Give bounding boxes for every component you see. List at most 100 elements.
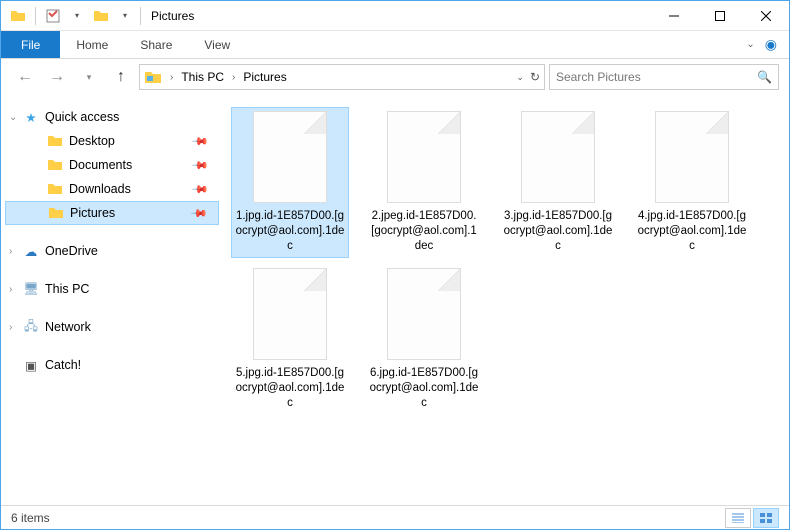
tree-quick-access[interactable]: ⌄ ★ Quick access bbox=[5, 105, 219, 129]
file-thumbnail-icon bbox=[655, 111, 729, 203]
file-item[interactable]: 3.jpg.id-1E857D00.[gocrypt@aol.com].1dec bbox=[499, 107, 617, 258]
expand-ribbon-icon[interactable]: ⌄ bbox=[746, 39, 754, 50]
up-button[interactable]: ↑ bbox=[107, 63, 135, 91]
file-thumbnail-icon bbox=[253, 111, 327, 203]
expand-icon[interactable]: ⌄ bbox=[9, 112, 17, 123]
qat-dropdown-icon[interactable]: ▾ bbox=[114, 5, 136, 27]
chevron-right-icon[interactable]: › bbox=[166, 72, 177, 83]
search-input[interactable]: Search Pictures 🔍 bbox=[549, 64, 779, 90]
sidebar-item-documents[interactable]: Documents 📌 bbox=[5, 153, 219, 177]
crumb-pictures[interactable]: Pictures bbox=[241, 70, 288, 84]
tree-label: Catch! bbox=[45, 358, 81, 372]
ribbon: File Home Share View ⌄ ◉ bbox=[1, 31, 789, 59]
window-controls bbox=[651, 1, 789, 31]
file-thumbnail-icon bbox=[253, 268, 327, 360]
monitor-icon: 🖥 bbox=[23, 281, 39, 297]
tree-label: Desktop bbox=[69, 134, 115, 148]
icons-view-button[interactable] bbox=[753, 508, 779, 528]
search-icon: 🔍 bbox=[757, 70, 772, 84]
back-button[interactable]: ← bbox=[11, 63, 39, 91]
file-item[interactable]: 5.jpg.id-1E857D00.[gocrypt@aol.com].1dec bbox=[231, 264, 349, 415]
file-name: 2.jpeg.id-1E857D00.[gocrypt@aol.com].1de… bbox=[369, 209, 479, 254]
body: ⌄ ★ Quick access Desktop📌Documents📌Downl… bbox=[1, 95, 789, 505]
file-thumbnail-icon bbox=[387, 268, 461, 360]
properties-icon[interactable] bbox=[42, 5, 64, 27]
separator bbox=[35, 7, 36, 25]
recent-dropdown[interactable]: ▾ bbox=[75, 63, 103, 91]
pictures-icon bbox=[144, 68, 162, 86]
pin-icon: 📌 bbox=[191, 156, 210, 175]
tree-label: Pictures bbox=[70, 206, 115, 220]
search-placeholder: Search Pictures bbox=[556, 70, 641, 84]
pin-icon: 📌 bbox=[191, 180, 210, 199]
minimize-button[interactable] bbox=[651, 1, 697, 31]
crumb-thispc[interactable]: This PC bbox=[179, 70, 226, 84]
tab-view[interactable]: View bbox=[188, 31, 246, 58]
file-name: 5.jpg.id-1E857D00.[gocrypt@aol.com].1dec bbox=[235, 366, 345, 411]
breadcrumb[interactable]: › This PC › Pictures ⌄ ↻ bbox=[139, 64, 545, 90]
statusbar: 6 items bbox=[1, 505, 789, 529]
network-icon: 🖧 bbox=[23, 319, 39, 335]
sidebar-item-pictures[interactable]: Pictures 📌 bbox=[5, 201, 219, 225]
tree-label: Documents bbox=[69, 158, 132, 172]
folder-icon bbox=[47, 133, 63, 149]
tree-label: Downloads bbox=[69, 182, 131, 196]
dropdown-icon[interactable]: ▾ bbox=[66, 5, 88, 27]
tree-label: OneDrive bbox=[45, 244, 98, 258]
pin-icon: 📌 bbox=[191, 132, 210, 151]
onedrive-icon: ☁ bbox=[23, 243, 39, 259]
tree-network[interactable]: › 🖧 Network bbox=[5, 315, 219, 339]
pin-icon: 📌 bbox=[190, 204, 209, 223]
file-thumbnail-icon bbox=[521, 111, 595, 203]
file-item[interactable]: 4.jpg.id-1E857D00.[gocrypt@aol.com].1dec bbox=[633, 107, 751, 258]
expand-icon[interactable]: › bbox=[9, 322, 12, 333]
address-row: ← → ▾ ↑ › This PC › Pictures ⌄ ↻ Search … bbox=[1, 59, 789, 95]
maximize-button[interactable] bbox=[697, 1, 743, 31]
view-toggles bbox=[725, 508, 779, 528]
sidebar: ⌄ ★ Quick access Desktop📌Documents📌Downl… bbox=[1, 95, 223, 505]
star-icon: ★ bbox=[23, 109, 39, 125]
folder-icon bbox=[47, 181, 63, 197]
tree-onedrive[interactable]: › ☁ OneDrive bbox=[5, 239, 219, 263]
file-name: 3.jpg.id-1E857D00.[gocrypt@aol.com].1dec bbox=[503, 209, 613, 254]
window-title: Pictures bbox=[151, 9, 194, 23]
ribbon-right: ⌄ ◉ bbox=[746, 31, 789, 58]
close-button[interactable] bbox=[743, 1, 789, 31]
details-view-button[interactable] bbox=[725, 508, 751, 528]
tree-label: This PC bbox=[45, 282, 89, 296]
help-icon[interactable]: ◉ bbox=[765, 36, 777, 53]
file-item[interactable]: 6.jpg.id-1E857D00.[gocrypt@aol.com].1dec bbox=[365, 264, 483, 415]
tree-catch[interactable]: ▣ Catch! bbox=[5, 353, 219, 377]
sidebar-item-desktop[interactable]: Desktop 📌 bbox=[5, 129, 219, 153]
tree-thispc[interactable]: › 🖥 This PC bbox=[5, 277, 219, 301]
catch-icon: ▣ bbox=[23, 357, 39, 373]
files-grid: 1.jpg.id-1E857D00.[gocrypt@aol.com].1dec… bbox=[231, 107, 781, 415]
tab-share[interactable]: Share bbox=[124, 31, 188, 58]
separator bbox=[140, 7, 141, 25]
folder-icon bbox=[48, 205, 64, 221]
expand-icon[interactable]: › bbox=[9, 246, 12, 257]
folder-icon bbox=[47, 157, 63, 173]
titlebar: ▾ ▾ Pictures bbox=[1, 1, 789, 31]
item-count: 6 items bbox=[11, 511, 50, 525]
address-dropdown-icon[interactable]: ⌄ bbox=[516, 72, 524, 83]
content-pane[interactable]: 1.jpg.id-1E857D00.[gocrypt@aol.com].1dec… bbox=[223, 95, 789, 505]
chevron-right-icon[interactable]: › bbox=[228, 72, 239, 83]
tab-home[interactable]: Home bbox=[60, 31, 124, 58]
file-item[interactable]: 1.jpg.id-1E857D00.[gocrypt@aol.com].1dec bbox=[231, 107, 349, 258]
file-item[interactable]: 2.jpeg.id-1E857D00.[gocrypt@aol.com].1de… bbox=[365, 107, 483, 258]
forward-button[interactable]: → bbox=[43, 63, 71, 91]
file-name: 4.jpg.id-1E857D00.[gocrypt@aol.com].1dec bbox=[637, 209, 747, 254]
sidebar-item-downloads[interactable]: Downloads 📌 bbox=[5, 177, 219, 201]
file-thumbnail-icon bbox=[387, 111, 461, 203]
tree-label: Network bbox=[45, 320, 91, 334]
folder-icon bbox=[7, 5, 29, 27]
quick-access-toolbar: ▾ ▾ bbox=[7, 5, 136, 27]
folder-small-icon[interactable] bbox=[90, 5, 112, 27]
refresh-icon[interactable]: ↻ bbox=[530, 70, 540, 84]
expand-icon[interactable]: › bbox=[9, 284, 12, 295]
file-name: 1.jpg.id-1E857D00.[gocrypt@aol.com].1dec bbox=[235, 209, 345, 254]
file-tab[interactable]: File bbox=[1, 31, 60, 58]
tree-label: Quick access bbox=[45, 110, 119, 124]
file-name: 6.jpg.id-1E857D00.[gocrypt@aol.com].1dec bbox=[369, 366, 479, 411]
